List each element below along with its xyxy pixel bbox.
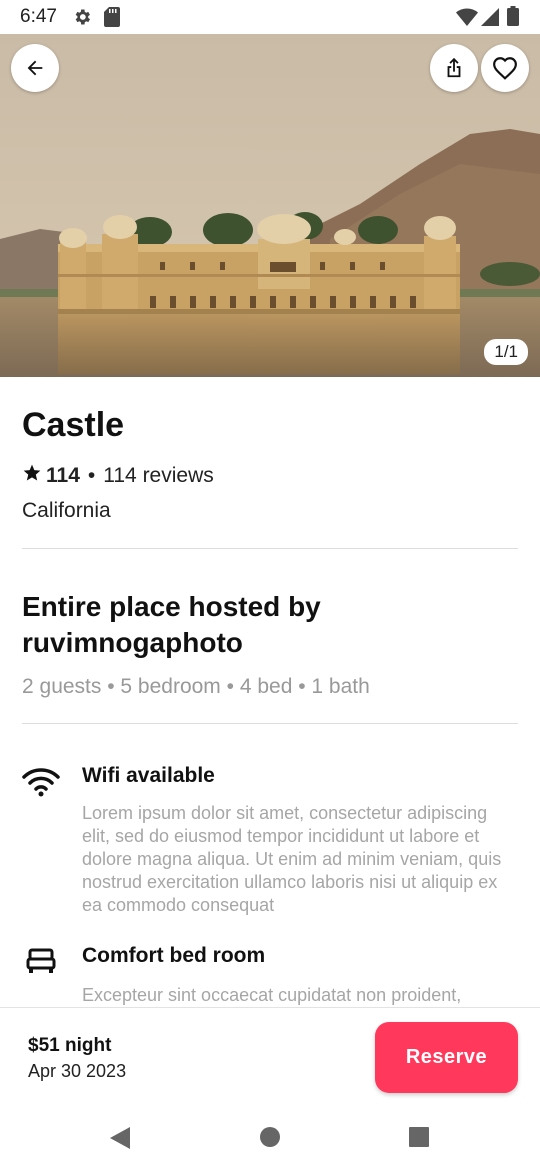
listing-title: Castle <box>22 406 125 444</box>
reviews-link[interactable]: 114 reviews <box>103 464 214 488</box>
status-bar: 6:47 <box>0 0 540 34</box>
divider <box>22 548 518 549</box>
bed-icon <box>26 948 56 979</box>
signal-icon <box>481 8 499 31</box>
status-time: 6:47 <box>20 6 57 27</box>
battery-icon <box>507 6 519 31</box>
back-arrow-icon <box>24 57 46 79</box>
amenity-item: Wifi available Lorem ipsum dolor sit ame… <box>22 764 518 917</box>
booking-date[interactable]: Apr 30 2023 <box>28 1061 126 1082</box>
amenity-description: Excepteur sint occaecat cupidatat non pr… <box>82 985 462 1005</box>
listing-photo[interactable]: 1/1 <box>0 34 540 377</box>
back-triangle-icon[interactable] <box>109 1126 131 1155</box>
rating-value: 114 <box>46 464 80 487</box>
reserve-button[interactable]: Reserve <box>375 1022 518 1093</box>
recents-square-icon[interactable] <box>409 1127 429 1152</box>
heart-icon <box>492 56 518 80</box>
divider <box>22 723 518 724</box>
separator-dot: • <box>87 464 96 487</box>
listing-location: California <box>22 499 111 522</box>
amenity-description: Lorem ipsum dolor sit amet, consectetur … <box>82 803 502 915</box>
rating-row: 114 • 114 reviews <box>22 463 518 489</box>
settings-icon <box>72 7 92 32</box>
back-button[interactable] <box>11 44 59 92</box>
amenity-title: Comfort bed room <box>82 944 266 967</box>
photo-counter: 1/1 <box>484 339 528 365</box>
wifi-icon <box>22 766 60 803</box>
listing-capacity: 2 guests • 5 bedroom • 4 bed • 1 bath <box>22 675 370 698</box>
price-per-night: $51 night <box>28 1035 112 1056</box>
system-nav-bar <box>0 1107 540 1170</box>
listing-details: Castle 114 • 114 reviews California Enti… <box>22 377 518 1007</box>
booking-bar: $51 night Apr 30 2023 Reserve <box>0 1007 540 1108</box>
share-icon <box>443 56 465 80</box>
amenity-item: Comfort bed room Excepteur sint occaecat… <box>22 944 518 1007</box>
amenity-title: Wifi available <box>82 764 215 787</box>
star-icon <box>22 463 42 489</box>
sd-card-icon <box>104 7 120 32</box>
host-title: Entire place hosted by ruvimnogaphoto <box>22 591 321 658</box>
wifi-icon <box>456 8 478 31</box>
favorite-button[interactable] <box>481 44 529 92</box>
home-circle-icon[interactable] <box>260 1127 280 1152</box>
share-button[interactable] <box>430 44 478 92</box>
